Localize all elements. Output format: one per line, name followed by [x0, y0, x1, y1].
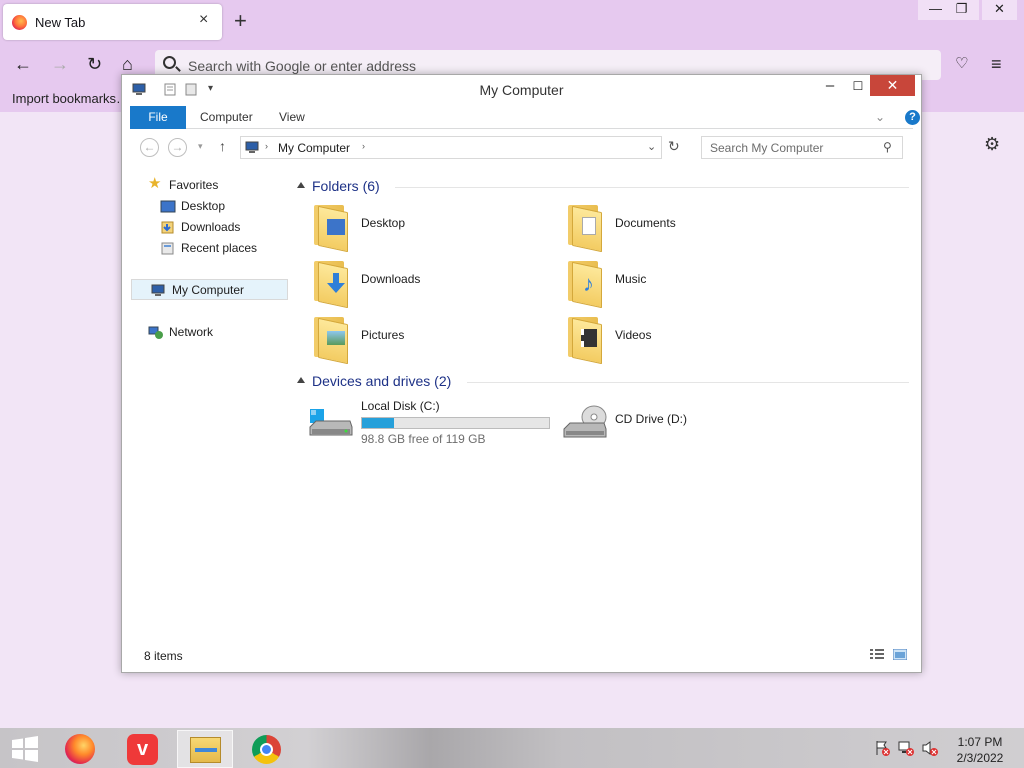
- close-button[interactable]: ✕: [870, 75, 915, 96]
- menu-icon[interactable]: ≡: [991, 54, 1002, 75]
- search-icon[interactable]: ⚲: [883, 140, 892, 154]
- search-input[interactable]: Search My Computer ⚲: [701, 136, 903, 159]
- taskbar-file-explorer[interactable]: [177, 730, 233, 768]
- tab-view[interactable]: View: [279, 106, 305, 129]
- folder-pictures[interactable]: Pictures: [307, 313, 507, 365]
- desktop-icon: [160, 200, 176, 213]
- computer-icon: [245, 141, 259, 153]
- firefox-icon: [12, 15, 27, 30]
- drive-c-usage-bar: [361, 417, 550, 429]
- drive-d[interactable]: CD Drive (D:): [561, 397, 761, 447]
- drive-c-free-space: 98.8 GB free of 119 GB: [361, 432, 486, 446]
- folder-downloads[interactable]: Downloads: [307, 257, 507, 309]
- action-center-icon[interactable]: [874, 740, 890, 756]
- taskbar-firefox[interactable]: [52, 730, 108, 768]
- explorer-window: ▾ My Computer – ☐ ✕ File Computer View ⌄…: [121, 74, 922, 673]
- browser-close-button[interactable]: ✕: [982, 0, 1017, 20]
- search-placeholder: Search My Computer: [710, 141, 824, 155]
- clock-date: 2/3/2022: [956, 751, 1004, 765]
- drive-c[interactable]: Local Disk (C:) 98.8 GB free of 119 GB: [307, 397, 557, 447]
- taskbar-clock[interactable]: 1:07 PM 2/3/2022: [948, 734, 1012, 766]
- browser-tab[interactable]: New Tab ×: [3, 4, 222, 40]
- drive-c-usage-fill: [362, 418, 394, 428]
- folder-icon: [565, 201, 603, 253]
- clock-time: 1:07 PM: [957, 735, 1003, 749]
- vivaldi-icon: v: [127, 734, 158, 765]
- network-status-icon[interactable]: [898, 740, 914, 756]
- new-tab-button[interactable]: +: [234, 8, 247, 34]
- group-divider: [395, 187, 909, 188]
- folder-videos[interactable]: Videos: [561, 313, 761, 365]
- breadcrumb-my-computer[interactable]: My Computer: [278, 141, 350, 155]
- import-bookmarks-link[interactable]: Import bookmarks…: [12, 91, 129, 106]
- tab-computer[interactable]: Computer: [200, 106, 253, 129]
- large-icons-view-icon[interactable]: [893, 649, 907, 660]
- file-explorer-icon: [190, 737, 221, 763]
- tab-close-button[interactable]: ×: [199, 11, 208, 29]
- folder-icon: ♪: [565, 257, 603, 309]
- gear-icon[interactable]: ⚙: [984, 134, 1000, 155]
- hard-drive-icon: [309, 409, 353, 436]
- address-bar[interactable]: › My Computer › ⌄: [240, 136, 662, 159]
- details-view-icon[interactable]: [870, 649, 884, 660]
- chrome-icon: [252, 735, 281, 764]
- taskbar-chrome[interactable]: [239, 730, 295, 768]
- ribbon-tabs: File Computer View ⌄ ?: [130, 106, 920, 129]
- recent-locations-icon[interactable]: ▾: [198, 141, 203, 152]
- search-icon: [163, 56, 176, 69]
- star-icon: ★: [148, 175, 162, 192]
- expand-ribbon-icon[interactable]: ⌄: [875, 106, 885, 129]
- browser-restore-button[interactable]: ❐: [944, 0, 979, 20]
- tab-title: New Tab: [35, 15, 86, 30]
- folder-icon: [311, 201, 349, 253]
- back-arrow-icon[interactable]: ←: [140, 138, 159, 157]
- up-arrow-icon[interactable]: ↑: [219, 138, 226, 154]
- collapse-icon[interactable]: [297, 182, 305, 188]
- network-icon: [148, 326, 163, 339]
- breadcrumb-chevron-icon[interactable]: ›: [362, 141, 365, 151]
- recent-places-icon: [161, 242, 174, 255]
- breadcrumb-chevron-icon[interactable]: ›: [265, 141, 268, 151]
- refresh-icon[interactable]: ↻: [668, 138, 680, 155]
- window-title: My Computer: [479, 82, 564, 98]
- pocket-icon[interactable]: ♡: [955, 54, 968, 72]
- volume-muted-icon[interactable]: [922, 740, 938, 756]
- folder-documents[interactable]: Documents: [561, 201, 761, 253]
- tab-file[interactable]: File: [130, 106, 186, 129]
- help-icon[interactable]: ?: [905, 110, 920, 125]
- back-icon[interactable]: ←: [14, 54, 32, 75]
- drive-c-label: Local Disk (C:): [361, 399, 440, 413]
- taskbar-vivaldi[interactable]: v: [115, 730, 171, 768]
- reload-icon[interactable]: ↻: [87, 54, 102, 75]
- folder-desktop[interactable]: Desktop: [307, 201, 507, 253]
- cd-drive-icon: [563, 405, 607, 438]
- drive-d-label: CD Drive (D:): [615, 412, 687, 426]
- group-divider: [467, 382, 909, 383]
- forward-icon[interactable]: →: [51, 54, 69, 75]
- tree-my-computer[interactable]: My Computer: [131, 279, 288, 300]
- folder-icon: [311, 257, 349, 309]
- url-placeholder: Search with Google or enter address: [188, 58, 417, 74]
- folder-icon: [311, 313, 349, 365]
- status-item-count: 8 items: [144, 649, 183, 663]
- start-button[interactable]: [11, 736, 39, 762]
- home-icon[interactable]: ⌂: [122, 54, 133, 75]
- folder-music[interactable]: ♪ Music: [561, 257, 761, 309]
- downloads-icon: [161, 221, 174, 234]
- address-dropdown-icon[interactable]: ⌄: [647, 140, 656, 153]
- explorer-title-bar: ▾ My Computer – ☐ ✕: [122, 75, 921, 104]
- forward-arrow-icon[interactable]: →: [168, 138, 187, 157]
- folder-icon: [565, 313, 603, 365]
- firefox-icon: [65, 734, 95, 764]
- collapse-icon[interactable]: [297, 377, 305, 383]
- computer-icon: [151, 284, 165, 296]
